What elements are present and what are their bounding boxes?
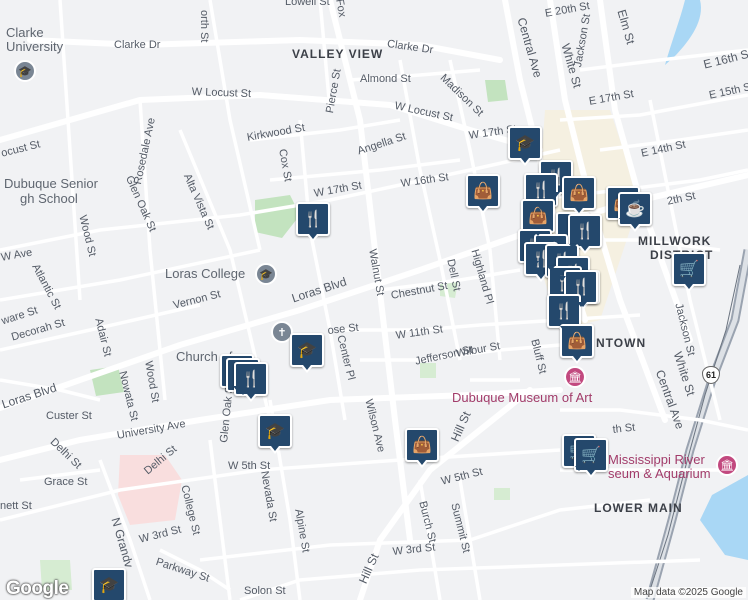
- district-valley-view: VALLEY VIEW: [292, 47, 384, 61]
- poi-dubuque-senior-2[interactable]: gh School: [20, 191, 78, 206]
- school-icon: 🎓: [515, 135, 535, 152]
- shopping-bag-icon: 👜: [569, 185, 589, 202]
- school-icon: 🎓: [297, 342, 317, 359]
- street-label: Fox: [333, 0, 349, 19]
- district-millwork: MILLWORK: [638, 234, 712, 248]
- university-icon[interactable]: 🎓: [14, 60, 36, 82]
- street-label: orth St: [198, 10, 210, 43]
- poi-loras-college[interactable]: Loras College: [165, 266, 245, 281]
- grocery-pin[interactable]: 🛒: [672, 252, 706, 292]
- school-pin[interactable]: 🎓: [258, 414, 292, 454]
- museum-icon[interactable]: 🏛: [564, 366, 586, 388]
- street-label: Lowell St: [285, 0, 330, 8]
- poi-clarke-university-2[interactable]: University: [6, 39, 63, 54]
- school-pin[interactable]: 🎓: [92, 568, 126, 600]
- poi-museum-of-art[interactable]: Dubuque Museum of Art: [452, 390, 592, 405]
- restaurant-pin[interactable]: 🍴: [296, 202, 330, 242]
- map-canvas[interactable]: VALLEY VIEW MILLWORK DISTRICT NTOWN LOWE…: [0, 0, 748, 600]
- shopping-cart-icon: 🛒: [679, 261, 699, 278]
- street-label: Almond St: [360, 73, 411, 85]
- school-icon: 🎓: [99, 577, 119, 594]
- street-label: Grace St: [44, 476, 88, 488]
- school-pin[interactable]: 🎓: [508, 126, 542, 166]
- street-label: th St: [612, 421, 636, 436]
- shopping-bag-icon: 👜: [567, 333, 587, 350]
- school-pin[interactable]: 🎓: [290, 333, 324, 373]
- restaurant-icon: 🍴: [554, 303, 574, 320]
- shopping-bag-icon: 👜: [412, 437, 432, 454]
- restaurant-icon: 🍴: [531, 182, 551, 199]
- cafe-icon: ☕: [625, 201, 645, 218]
- university-icon[interactable]: 🎓: [255, 263, 277, 285]
- map-attribution[interactable]: Map data ©2025 Google: [630, 587, 746, 598]
- shopping-pin[interactable]: 👜: [405, 428, 439, 468]
- poi-clarke-university[interactable]: Clarke: [6, 25, 44, 40]
- restaurant-icon: 🍴: [241, 371, 261, 388]
- shopping-bag-icon: 👜: [473, 183, 493, 200]
- restaurant-pin[interactable]: 🍴: [568, 214, 602, 254]
- shopping-pin[interactable]: 👜: [466, 174, 500, 214]
- school-icon: 🎓: [265, 423, 285, 440]
- street-label: nett St: [0, 500, 32, 512]
- museum-icon[interactable]: 🏛: [716, 454, 738, 476]
- poi-river-museum[interactable]: Mississippi River: [608, 452, 705, 467]
- google-logo[interactable]: Google: [6, 578, 69, 600]
- street-label: Solon St: [244, 585, 286, 597]
- poi-dubuque-senior[interactable]: Dubuque Senior: [4, 176, 98, 191]
- street-label: Clarke Dr: [114, 39, 161, 51]
- restaurant-icon: 🍴: [575, 223, 595, 240]
- shopping-pin[interactable]: 👜: [562, 176, 596, 216]
- street-label: Custer St: [46, 410, 92, 422]
- district-lower-main: LOWER MAIN: [594, 501, 683, 515]
- poi-river-museum-2[interactable]: seum & Aquarium: [608, 466, 711, 481]
- shopping-cart-icon: 🛒: [581, 447, 601, 464]
- district-downtown: NTOWN: [596, 336, 647, 350]
- street-label: W Locust St: [191, 86, 252, 101]
- restaurant-icon: 🍴: [303, 211, 323, 228]
